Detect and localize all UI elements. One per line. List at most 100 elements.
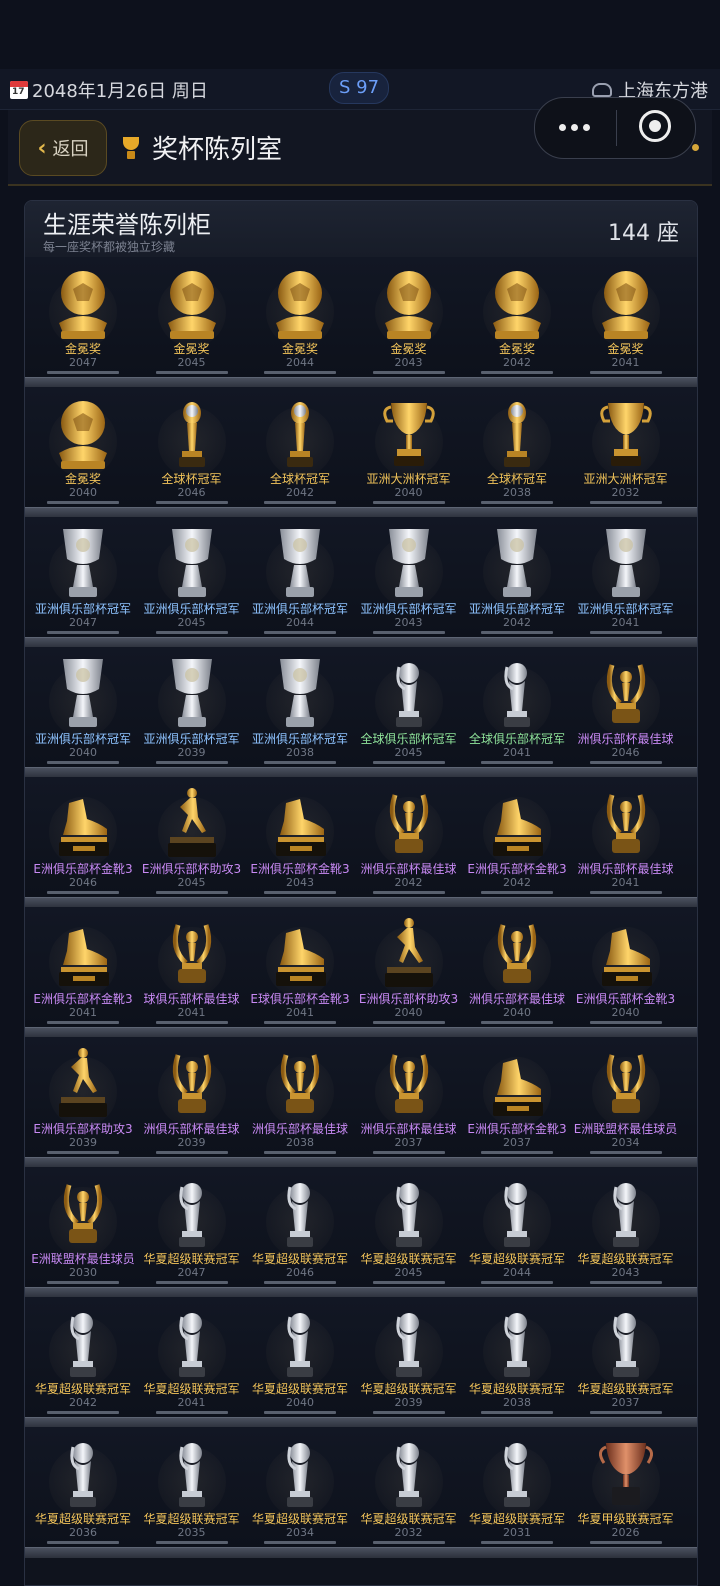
trophy-item[interactable]: 华夏超级联赛冠军 2036	[29, 1427, 137, 1547]
trophy-silver-slim-icon	[287, 1183, 313, 1247]
trophy-item[interactable]: 华夏超级联赛冠军 2031	[463, 1427, 571, 1547]
trophy-item[interactable]: 洲俱乐部杯最佳球 2038	[246, 1037, 354, 1157]
trophy-item[interactable]: 华夏超级联赛冠军 2043	[572, 1167, 680, 1287]
trophy-item[interactable]: 全球俱乐部杯冠军 2041	[463, 647, 571, 767]
trophy-item[interactable]: 华夏超级联赛冠军 2047	[138, 1167, 246, 1287]
trophy-item[interactable]: 华夏超级联赛冠军 2040	[246, 1297, 354, 1417]
trophy-item[interactable]: E洲联盟杯最佳球员 2030	[29, 1167, 137, 1287]
shelf-row: 金冕奖 2040 全球杯冠军 2046 全球杯冠军 2042 亚洲大洲杯冠军 2040 全球杯冠…	[25, 387, 697, 518]
back-button[interactable]: ‹ 返回	[19, 120, 107, 176]
trophy-name: 亚洲俱乐部杯冠军	[577, 602, 674, 616]
trophy-ledge	[264, 1021, 336, 1024]
trophy-item[interactable]: E洲俱乐部杯金靴3 2046	[29, 777, 137, 897]
trophy-year: 2041	[69, 1006, 97, 1019]
trophy-item[interactable]: 金冕奖 2044	[246, 257, 354, 377]
trophy-item[interactable]: 洲俱乐部杯最佳球 2037	[355, 1037, 463, 1157]
trophy-item[interactable]: 全球俱乐部杯冠军 2045	[355, 647, 463, 767]
trophy-year: 2037	[611, 1396, 640, 1409]
trophy-ledge	[481, 761, 553, 764]
trophy-ball-icon	[276, 271, 324, 339]
trophy-name: 华夏超级联赛冠军	[34, 1512, 131, 1526]
trophy-item[interactable]: 亚洲俱乐部杯冠军 2041	[572, 517, 680, 637]
trophy-item[interactable]: 亚洲俱乐部杯冠军 2045	[138, 517, 246, 637]
trophy-item[interactable]: 华夏超级联赛冠军 2041	[138, 1297, 246, 1417]
trophy-item[interactable]: 华夏超级联赛冠军 2046	[246, 1167, 354, 1287]
trophy-item[interactable]: 华夏超级联赛冠军 2042	[29, 1297, 137, 1417]
trophy-ball-icon	[167, 271, 216, 339]
trophy-item[interactable]: 金冕奖 2040	[29, 387, 137, 507]
trophy-silver-slim-icon	[178, 1313, 205, 1377]
trophy-item[interactable]: 亚洲俱乐部杯冠军 2038	[246, 647, 354, 767]
trophy-ledge	[589, 371, 662, 374]
trophy-ball-icon	[601, 271, 650, 339]
trophy-item[interactable]: E洲俱乐部杯助攻3 2039	[29, 1037, 137, 1157]
trophy-year: 2044	[286, 356, 314, 369]
miniprogram-capsule	[534, 97, 696, 159]
trophy-item[interactable]: 亚洲俱乐部杯冠军 2043	[355, 517, 463, 637]
trophy-item[interactable]: 金冕奖 2045	[138, 257, 246, 377]
trophy-item[interactable]: 华夏超级联赛冠军 2038	[463, 1297, 571, 1417]
trophy-item[interactable]: 全球杯冠军 2046	[138, 387, 246, 507]
trophy-name: 华夏超级联赛冠军	[468, 1382, 565, 1396]
trophy-item[interactable]: 金冕奖 2042	[463, 257, 571, 377]
trophy-name: 华夏超级联赛冠军	[360, 1512, 457, 1526]
trophy-item[interactable]: E洲俱乐部杯金靴3 2037	[463, 1037, 571, 1157]
trophy-item[interactable]: E洲联盟杯最佳球员 2034	[572, 1037, 680, 1157]
trophy-item[interactable]: 金冕奖 2041	[572, 257, 680, 377]
trophy-ledge	[155, 371, 228, 374]
trophy-silver-slim-icon	[70, 1443, 96, 1507]
trophy-item[interactable]: 亚洲俱乐部杯冠军 2047	[29, 517, 137, 637]
trophy-item[interactable]: 华夏甲级联赛冠军 2026	[572, 1427, 680, 1547]
trophy-item[interactable]: E洲俱乐部杯助攻3 2045	[138, 777, 246, 897]
trophy-item[interactable]: 洲俱乐部杯最佳球 2046	[572, 647, 680, 767]
trophy-item[interactable]: 华夏超级联赛冠军 2034	[246, 1427, 354, 1547]
trophy-item[interactable]: 金冕奖 2043	[355, 257, 463, 377]
trophy-item[interactable]: 华夏超级联赛冠军 2039	[355, 1297, 463, 1417]
trophy-item[interactable]: E洲俱乐部杯金靴3 2041	[29, 907, 137, 1027]
trophy-item[interactable]: 华夏超级联赛冠军 2037	[572, 1297, 680, 1417]
trophy-item[interactable]: 洲俱乐部杯最佳球 2042	[355, 777, 463, 897]
trophy-item[interactable]: 华夏超级联赛冠军 2045	[355, 1167, 463, 1287]
trophy-year: 2040	[69, 486, 97, 499]
trophy-item[interactable]: 洲俱乐部杯最佳球 2041	[572, 777, 680, 897]
trophy-item[interactable]: 洲俱乐部杯最佳球 2039	[138, 1037, 246, 1157]
trophy-item[interactable]: 亚洲俱乐部杯冠军 2044	[246, 517, 354, 637]
trophy-item[interactable]: 亚洲大洲杯冠军 2032	[572, 387, 680, 507]
trophy-name: 华夏超级联赛冠军	[360, 1382, 457, 1396]
trophy-item[interactable]: 华夏超级联赛冠军 2044	[463, 1167, 571, 1287]
trophy-item[interactable]: E洲俱乐部杯金靴3 2043	[246, 777, 354, 897]
trophy-item[interactable]: E洲俱乐部杯金靴3 2040	[572, 907, 680, 1027]
trophy-item[interactable]: E洲俱乐部杯助攻3 2040	[355, 907, 463, 1027]
trophy-boot-icon	[59, 799, 109, 856]
trophy-silver-cup-icon	[171, 659, 212, 727]
close-target-icon[interactable]	[639, 110, 671, 142]
season-badge: S 97	[329, 72, 389, 104]
trophy-item[interactable]: E洲俱乐部杯金靴3 2042	[463, 777, 571, 897]
trophy-item[interactable]: 球俱乐部杯最佳球 2041	[138, 907, 246, 1027]
trophy-name: 亚洲俱乐部杯冠军	[360, 602, 457, 616]
more-icon[interactable]	[559, 122, 591, 132]
trophy-item[interactable]: 亚洲俱乐部杯冠军 2039	[138, 647, 246, 767]
trophy-item[interactable]: 亚洲俱乐部杯冠军 2040	[29, 647, 137, 767]
trophy-laurel-icon	[497, 924, 537, 983]
trophy-name: E洲俱乐部杯金靴3	[33, 862, 133, 876]
trophy-year: 2045	[177, 876, 206, 889]
trophy-name: 洲俱乐部杯最佳球	[143, 1122, 240, 1136]
trophy-item[interactable]: 洲俱乐部杯最佳球 2040	[463, 907, 571, 1027]
trophy-year: 2032	[611, 486, 640, 499]
trophy-item[interactable]: 华夏超级联赛冠军 2035	[138, 1427, 246, 1547]
trophy-item[interactable]: 全球杯冠军 2042	[246, 387, 354, 507]
trophy-item[interactable]: 金冕奖 2047	[29, 257, 137, 377]
trophy-name: 洲俱乐部杯最佳球	[360, 1122, 457, 1136]
trophy-silver-cup-icon	[63, 659, 103, 727]
trophy-item[interactable]: 亚洲大洲杯冠军 2040	[355, 387, 463, 507]
trophy-item[interactable]: 亚洲俱乐部杯冠军 2042	[463, 517, 571, 637]
trophy-item[interactable]: 华夏超级联赛冠军 2032	[355, 1427, 463, 1547]
trophy-ledge	[589, 891, 662, 894]
trophy-item[interactable]: E球俱乐部杯金靴3 2041	[246, 907, 354, 1027]
trophy-item[interactable]: 全球杯冠军 2038	[463, 387, 571, 507]
trophy-ledge	[264, 631, 336, 634]
trophy-name: 亚洲俱乐部杯冠军	[251, 732, 348, 746]
trophy-year: 2041	[177, 1396, 206, 1409]
trophy-year: 2032	[394, 1526, 423, 1539]
